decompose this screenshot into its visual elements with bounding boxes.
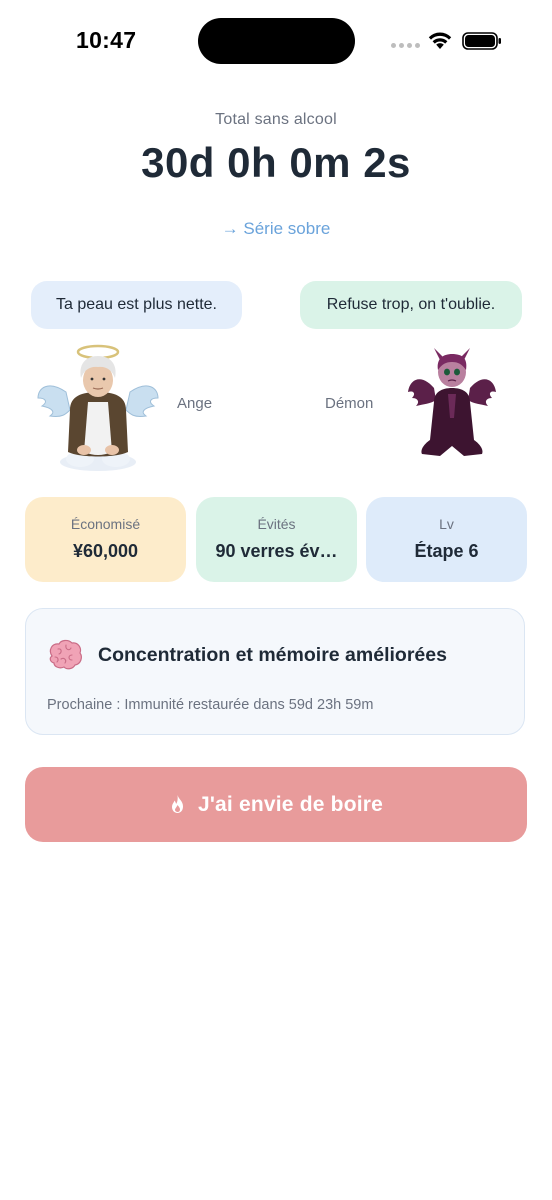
dynamic-island xyxy=(198,18,355,64)
level-card: Lv Étape 6 xyxy=(366,497,527,582)
demon-label: Démon xyxy=(325,395,374,412)
demon-message: Refuse trop, on t'oublie. xyxy=(326,296,496,313)
battery-icon xyxy=(462,32,501,50)
drinks-avoided-card: Évités 90 verres év… xyxy=(196,497,357,582)
sober-streak-link[interactable]: → Série sobre xyxy=(0,219,552,239)
angel-message: Ta peau est plus nette. xyxy=(56,296,217,313)
total-sober-label: Total sans alcool xyxy=(215,111,337,128)
wifi-icon xyxy=(428,32,452,49)
money-saved-value: ¥60,000 xyxy=(72,541,139,561)
demon-character-image[interactable] xyxy=(404,344,500,462)
status-time: 10:47 xyxy=(76,27,137,53)
craving-button[interactable]: J'ai envie de boire xyxy=(25,767,527,842)
demon-speech-bubble: Refuse trop, on t'oublie. xyxy=(300,281,522,329)
drinks-avoided-value: 90 verres év… xyxy=(215,541,338,561)
milestone-title: Concentration et mémoire améliorées xyxy=(98,644,447,666)
drinks-avoided-label: Évités xyxy=(257,516,296,532)
brain-icon xyxy=(49,639,82,670)
level-value: Étape 6 xyxy=(414,541,479,561)
cellular-signal-icon xyxy=(391,43,421,49)
money-saved-label: Économisé xyxy=(70,516,141,532)
angel-character-image[interactable] xyxy=(36,340,160,474)
flame-icon xyxy=(171,794,183,813)
craving-button-label: J'ai envie de boire xyxy=(197,792,384,816)
angel-label: Ange xyxy=(177,395,213,412)
sober-timer: 30d 0h 0m 2s xyxy=(141,139,411,186)
next-milestone-text: Prochaine : Immunité restaurée dans 59d … xyxy=(47,697,374,713)
status-bar: 10:47 xyxy=(0,0,552,82)
health-milestone-card: Concentration et mémoire améliorées Proc… xyxy=(25,608,525,735)
angel-speech-bubble: Ta peau est plus nette. xyxy=(31,281,242,329)
money-saved-card: Économisé ¥60,000 xyxy=(25,497,186,582)
level-label: Lv xyxy=(439,516,454,532)
